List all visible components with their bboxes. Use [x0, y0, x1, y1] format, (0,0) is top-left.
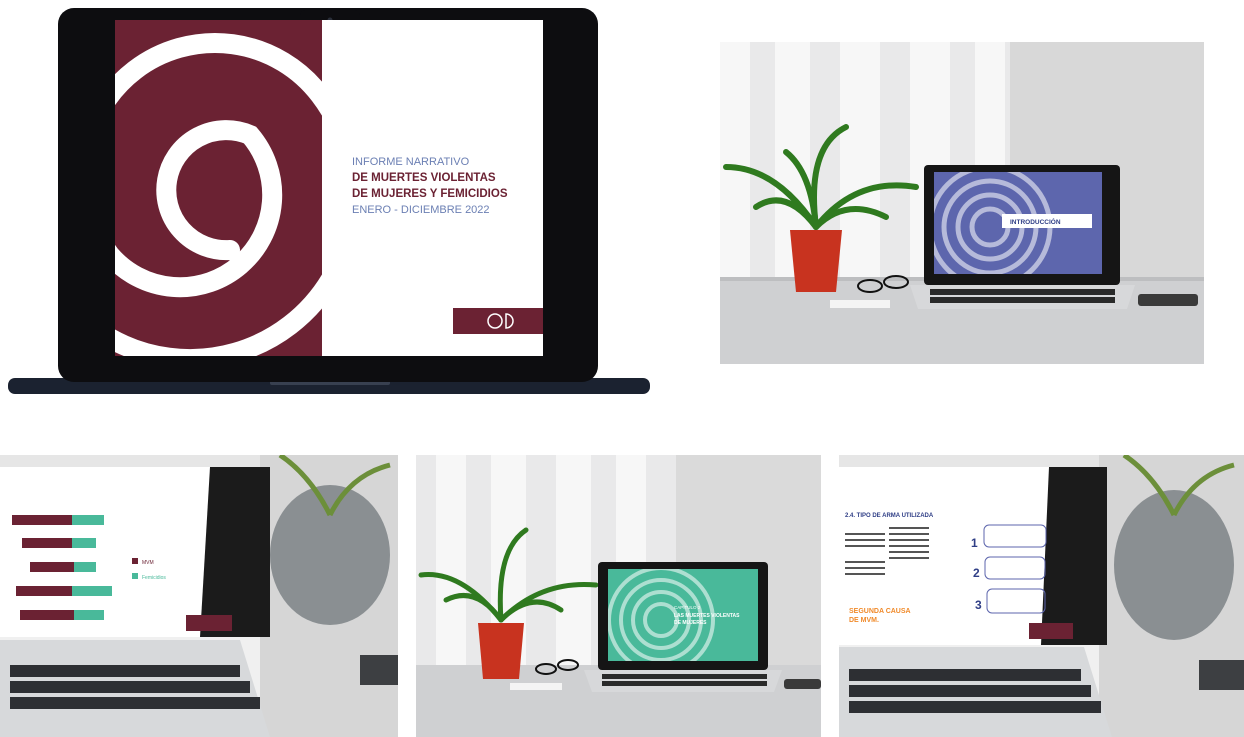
svg-text:1: 1: [971, 536, 978, 550]
desk-chapter-photo: CAPÍTULO 2 LAS MUERTES VIOLENTAS DE MUJE…: [416, 455, 821, 737]
laptop-weapon-photo: 2.4. TIPO DE ARMA UTILIZADA SEGUNDA CAUS…: [839, 455, 1244, 737]
desk-intro-photo: INTRODUCCIÓN: [720, 42, 1204, 364]
weapon-highlight-1: SEGUNDA CAUSA: [849, 608, 911, 615]
cover-title-line2: DE MUERTES VIOLENTAS: [352, 172, 496, 184]
legend-swatch-femicidios: [132, 573, 138, 579]
legend-mvm: MVM: [142, 560, 154, 566]
cover-title-line4: ENERO - DICIEMBRE 2022: [352, 204, 490, 216]
svg-text:3: 3: [975, 598, 982, 612]
svg-text:2: 2: [973, 566, 980, 580]
legend-swatch-mvm: [132, 558, 138, 564]
cover-title-line1: INFORME NARRATIVO: [352, 156, 470, 168]
blurred-plant-pot: [270, 485, 390, 625]
chapter-label: CAPÍTULO 2: [674, 604, 701, 610]
laptop-cover-mockup: INFORME NARRATIVO DE MUERTES VIOLENTAS D…: [0, 0, 660, 410]
legend-femicidios: Femicidios: [142, 575, 166, 581]
intro-label: INTRODUCCIÓN: [1010, 217, 1061, 226]
cover-title-line3: DE MUJERES Y FEMICIDIOS: [352, 188, 508, 200]
plant-pot: [478, 623, 524, 679]
cover-logo-bar: [453, 308, 543, 334]
chapter-title-1: LAS MUERTES VIOLENTAS: [674, 613, 740, 619]
plant-pot: [790, 230, 842, 292]
weapon-heading: 2.4. TIPO DE ARMA UTILIZADA: [845, 513, 934, 519]
laptop-chart-photo: MVM Femicidios: [0, 455, 398, 737]
phone: [1138, 294, 1198, 306]
weapon-highlight-2: DE MVM.: [849, 617, 879, 624]
chapter-title-2: DE MUJERES: [674, 620, 707, 626]
phone: [784, 679, 821, 689]
